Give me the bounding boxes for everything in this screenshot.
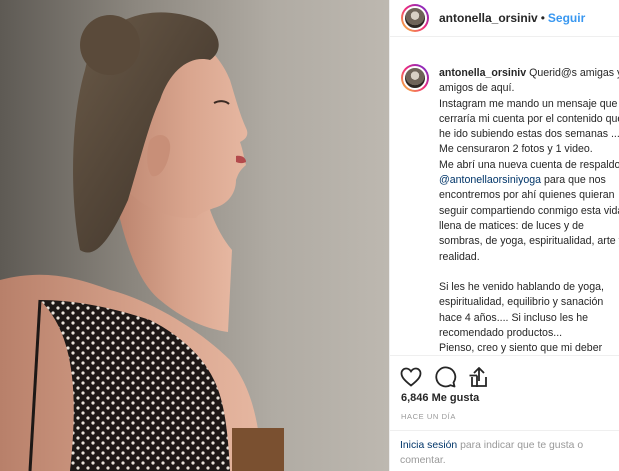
caption-p5: Pienso, creo y siento que mi deber (439, 342, 603, 354)
post-footer: 6,846 Me gusta HACE UN DÍA Inicia sesión… (390, 355, 619, 471)
caption-avatar[interactable] (401, 64, 429, 92)
caption-comment: antonella_orsiniv Querid@s amigas y amig… (390, 58, 619, 354)
instagram-post: antonella_orsiniv • Seguir antonella_ors… (0, 0, 619, 471)
follow-button[interactable]: Seguir (548, 11, 585, 25)
header-username[interactable]: antonella_orsiniv (439, 11, 538, 25)
comment-icon[interactable] (433, 365, 457, 389)
caption-p4: Si les he venido hablando de yoga, espir… (439, 281, 604, 340)
timestamp: HACE UN DÍA (401, 412, 456, 421)
login-link[interactable]: Inicia sesión (400, 440, 457, 451)
mention-link[interactable]: @antonellaorsiniyoga (439, 174, 541, 186)
login-prompt: Inicia sesión para indicar que te gusta … (390, 430, 619, 471)
caption-p3b: para que nos encontremos por ahí quienes… (439, 174, 619, 263)
caption-p3a: Me abrí una nueva cuenta de respaldo (439, 158, 619, 171)
post-photo[interactable] (0, 0, 389, 471)
separator-dot: • (540, 11, 545, 25)
post-sidebar: antonella_orsiniv • Seguir antonella_ors… (389, 0, 619, 471)
caption-text: antonella_orsiniv Querid@s amigas y amig… (439, 66, 619, 354)
post-header: antonella_orsiniv • Seguir (390, 0, 619, 37)
avatar[interactable] (401, 4, 429, 32)
caption-p2: Instagram me mando un mensaje que cerrar… (439, 97, 619, 156)
action-bar (399, 365, 491, 389)
share-icon[interactable] (467, 365, 491, 389)
woman-profile-illustration (0, 12, 284, 471)
caption-username[interactable]: antonella_orsiniv (439, 67, 526, 79)
like-count[interactable]: 6,846 Me gusta (401, 392, 479, 404)
heart-icon[interactable] (399, 365, 423, 389)
